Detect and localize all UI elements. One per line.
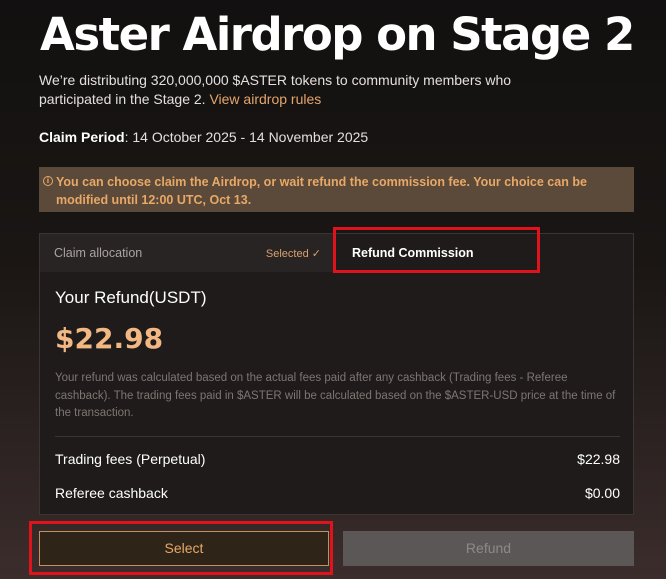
fee-row-label: Referee cashback <box>55 485 168 501</box>
notice-banner: i You can choose claim the Airdrop, or w… <box>39 167 634 212</box>
refund-amount: $22.98 <box>55 322 164 355</box>
refund-button[interactable]: Refund <box>343 531 634 566</box>
refund-panel: Claim allocation Selected ✓ Refund Commi… <box>39 233 634 515</box>
airdrop-rules-link[interactable]: View airdrop rules <box>209 91 321 107</box>
refund-heading: Your Refund(USDT) <box>55 288 207 307</box>
claim-period: Claim Period: 14 October 2025 - 14 Novem… <box>39 129 368 145</box>
tab-claim-allocation-label: Claim allocation <box>54 246 143 260</box>
claim-period-value: : 14 October 2025 - 14 November 2025 <box>124 129 369 145</box>
page-description: We’re distributing 320,000,000 $ASTER to… <box>39 71 559 109</box>
tab-claim-allocation[interactable]: Claim allocation Selected ✓ <box>40 234 336 272</box>
fee-row-value: $22.98 <box>577 451 620 467</box>
selected-indicator: Selected ✓ <box>265 248 321 260</box>
highlight-box-refund-tab <box>333 227 540 273</box>
fee-row-label: Trading fees (Perpetual) <box>55 451 206 467</box>
divider <box>55 436 620 437</box>
info-icon: i <box>43 176 53 186</box>
page-title: Aster Airdrop on Stage 2 <box>40 8 635 61</box>
notice-text: You can choose claim the Airdrop, or wai… <box>56 175 587 207</box>
highlight-box-select-button <box>29 521 333 575</box>
claim-period-label: Claim Period <box>39 129 125 145</box>
refund-note: Your refund was calculated based on the … <box>55 372 616 419</box>
fee-row-value: $0.00 <box>584 485 620 501</box>
